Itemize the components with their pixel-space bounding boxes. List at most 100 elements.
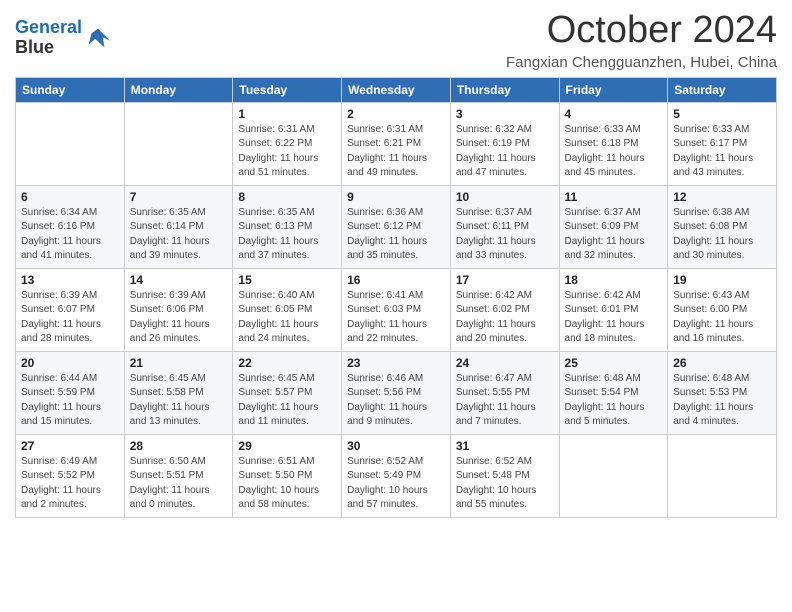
day-number: 19 bbox=[673, 273, 771, 287]
day-number: 18 bbox=[565, 273, 663, 287]
day-cell bbox=[16, 102, 125, 185]
day-number: 1 bbox=[238, 107, 336, 121]
day-cell: 1 Sunrise: 6:31 AM Sunset: 6:22 PM Daylig… bbox=[233, 102, 342, 185]
day-cell: 11Sunrise: 6:37 AM Sunset: 6:09 PM Dayli… bbox=[559, 185, 668, 268]
day-info: Sunrise: 6:34 AM Sunset: 6:16 PM Dayligh… bbox=[21, 206, 119, 264]
day-cell: 16 Sunrise: 6:41 AM Sunset: 6:03 PM Dayli… bbox=[342, 268, 451, 351]
day-number: 6 bbox=[21, 190, 119, 204]
day-info: Sunrise: 6:36 AM Sunset: 6:12 PM Dayligh… bbox=[347, 206, 445, 264]
day-cell: 31 Sunrise: 6:52 AM Sunset: 5:48 PM Dayli… bbox=[450, 434, 559, 517]
day-info: Sunrise: 6:52 AM Sunset: 5:49 PM Dayligh… bbox=[347, 455, 445, 513]
day-cell: 21Sunrise: 6:45 AM Sunset: 5:58 PM Dayli… bbox=[124, 351, 233, 434]
day-info: Sunrise: 6:40 AM Sunset: 6:05 PM Dayligh… bbox=[238, 289, 336, 347]
day-number: 30 bbox=[347, 439, 445, 453]
day-info: Sunrise: 6:31 AM Sunset: 6:21 PM Dayligh… bbox=[347, 123, 445, 181]
day-info: Sunrise: 6:42 AM Sunset: 6:02 PM Dayligh… bbox=[456, 289, 554, 347]
day-info: Sunrise: 6:49 AM Sunset: 5:52 PM Dayligh… bbox=[21, 455, 119, 513]
day-info: Sunrise: 6:48 AM Sunset: 5:54 PM Dayligh… bbox=[565, 372, 663, 430]
day-number: 24 bbox=[456, 356, 554, 370]
day-number: 3 bbox=[456, 107, 554, 121]
day-info: Sunrise: 6:45 AM Sunset: 5:58 PM Dayligh… bbox=[130, 372, 228, 430]
day-info: Sunrise: 6:38 AM Sunset: 6:08 PM Dayligh… bbox=[673, 206, 771, 264]
day-info: Sunrise: 6:32 AM Sunset: 6:19 PM Dayligh… bbox=[456, 123, 554, 181]
day-number: 16 bbox=[347, 273, 445, 287]
day-number: 29 bbox=[238, 439, 336, 453]
header-cell-friday: Friday bbox=[559, 77, 668, 102]
title-block: October 2024 Fangxian Chengguanzhen, Hub… bbox=[506, 10, 777, 71]
day-info: Sunrise: 6:51 AM Sunset: 5:50 PM Dayligh… bbox=[238, 455, 336, 513]
day-number: 8 bbox=[238, 190, 336, 204]
day-cell bbox=[668, 434, 777, 517]
day-cell: 6 Sunrise: 6:34 AM Sunset: 6:16 PM Daylig… bbox=[16, 185, 125, 268]
day-cell: 8Sunrise: 6:35 AM Sunset: 6:13 PM Daylig… bbox=[233, 185, 342, 268]
header-cell-monday: Monday bbox=[124, 77, 233, 102]
day-info: Sunrise: 6:42 AM Sunset: 6:01 PM Dayligh… bbox=[565, 289, 663, 347]
day-number: 2 bbox=[347, 107, 445, 121]
day-cell bbox=[124, 102, 233, 185]
header-cell-wednesday: Wednesday bbox=[342, 77, 451, 102]
day-cell: 9 Sunrise: 6:36 AM Sunset: 6:12 PM Daylig… bbox=[342, 185, 451, 268]
day-info: Sunrise: 6:41 AM Sunset: 6:03 PM Dayligh… bbox=[347, 289, 445, 347]
day-cell bbox=[559, 434, 668, 517]
week-row-3: 13 Sunrise: 6:39 AM Sunset: 6:07 PM Dayli… bbox=[16, 268, 777, 351]
day-info: Sunrise: 6:46 AM Sunset: 5:56 PM Dayligh… bbox=[347, 372, 445, 430]
day-number: 10 bbox=[456, 190, 554, 204]
header-cell-tuesday: Tuesday bbox=[233, 77, 342, 102]
header-cell-thursday: Thursday bbox=[450, 77, 559, 102]
day-number: 25 bbox=[565, 356, 663, 370]
day-number: 4 bbox=[565, 107, 663, 121]
logo-bird-icon bbox=[84, 24, 112, 52]
logo: GeneralBlue bbox=[15, 18, 112, 58]
day-number: 13 bbox=[21, 273, 119, 287]
week-row-4: 20 Sunrise: 6:44 AM Sunset: 5:59 PM Dayli… bbox=[16, 351, 777, 434]
day-cell: 18 Sunrise: 6:42 AM Sunset: 6:01 PM Dayli… bbox=[559, 268, 668, 351]
day-number: 20 bbox=[21, 356, 119, 370]
day-number: 9 bbox=[347, 190, 445, 204]
day-info: Sunrise: 6:52 AM Sunset: 5:48 PM Dayligh… bbox=[456, 455, 554, 513]
day-info: Sunrise: 6:44 AM Sunset: 5:59 PM Dayligh… bbox=[21, 372, 119, 430]
day-cell: 13 Sunrise: 6:39 AM Sunset: 6:07 PM Dayli… bbox=[16, 268, 125, 351]
day-cell: 15 Sunrise: 6:40 AM Sunset: 6:05 PM Dayli… bbox=[233, 268, 342, 351]
day-info: Sunrise: 6:45 AM Sunset: 5:57 PM Dayligh… bbox=[238, 372, 336, 430]
day-cell: 29 Sunrise: 6:51 AM Sunset: 5:50 PM Dayli… bbox=[233, 434, 342, 517]
day-number: 5 bbox=[673, 107, 771, 121]
day-number: 11 bbox=[565, 190, 663, 204]
day-number: 7 bbox=[130, 190, 228, 204]
day-number: 27 bbox=[21, 439, 119, 453]
location-title: Fangxian Chengguanzhen, Hubei, China bbox=[506, 54, 777, 71]
day-info: Sunrise: 6:50 AM Sunset: 5:51 PM Dayligh… bbox=[130, 455, 228, 513]
week-row-1: 1 Sunrise: 6:31 AM Sunset: 6:22 PM Daylig… bbox=[16, 102, 777, 185]
header-row: SundayMondayTuesdayWednesdayThursdayFrid… bbox=[16, 77, 777, 102]
day-cell: 14Sunrise: 6:39 AM Sunset: 6:06 PM Dayli… bbox=[124, 268, 233, 351]
calendar-body: 1 Sunrise: 6:31 AM Sunset: 6:22 PM Daylig… bbox=[16, 102, 777, 517]
day-info: Sunrise: 6:39 AM Sunset: 6:07 PM Dayligh… bbox=[21, 289, 119, 347]
day-number: 17 bbox=[456, 273, 554, 287]
day-info: Sunrise: 6:39 AM Sunset: 6:06 PM Dayligh… bbox=[130, 289, 228, 347]
day-number: 28 bbox=[130, 439, 228, 453]
day-cell: 5Sunrise: 6:33 AM Sunset: 6:17 PM Daylig… bbox=[668, 102, 777, 185]
day-info: Sunrise: 6:47 AM Sunset: 5:55 PM Dayligh… bbox=[456, 372, 554, 430]
day-info: Sunrise: 6:33 AM Sunset: 6:18 PM Dayligh… bbox=[565, 123, 663, 181]
day-info: Sunrise: 6:48 AM Sunset: 5:53 PM Dayligh… bbox=[673, 372, 771, 430]
day-number: 31 bbox=[456, 439, 554, 453]
day-cell: 17 Sunrise: 6:42 AM Sunset: 6:02 PM Dayli… bbox=[450, 268, 559, 351]
week-row-2: 6 Sunrise: 6:34 AM Sunset: 6:16 PM Daylig… bbox=[16, 185, 777, 268]
day-cell: 22 Sunrise: 6:45 AM Sunset: 5:57 PM Dayli… bbox=[233, 351, 342, 434]
day-number: 26 bbox=[673, 356, 771, 370]
day-cell: 23 Sunrise: 6:46 AM Sunset: 5:56 PM Dayli… bbox=[342, 351, 451, 434]
day-number: 12 bbox=[673, 190, 771, 204]
day-cell: 19Sunrise: 6:43 AM Sunset: 6:00 PM Dayli… bbox=[668, 268, 777, 351]
day-number: 22 bbox=[238, 356, 336, 370]
day-info: Sunrise: 6:31 AM Sunset: 6:22 PM Dayligh… bbox=[238, 123, 336, 181]
day-cell: 27 Sunrise: 6:49 AM Sunset: 5:52 PM Dayli… bbox=[16, 434, 125, 517]
day-cell: 20 Sunrise: 6:44 AM Sunset: 5:59 PM Dayli… bbox=[16, 351, 125, 434]
day-number: 15 bbox=[238, 273, 336, 287]
day-number: 23 bbox=[347, 356, 445, 370]
day-cell: 26 Sunrise: 6:48 AM Sunset: 5:53 PM Dayli… bbox=[668, 351, 777, 434]
day-cell: 30 Sunrise: 6:52 AM Sunset: 5:49 PM Dayli… bbox=[342, 434, 451, 517]
month-title: October 2024 bbox=[506, 10, 777, 52]
day-cell: 24 Sunrise: 6:47 AM Sunset: 5:55 PM Dayli… bbox=[450, 351, 559, 434]
day-cell: 7 Sunrise: 6:35 AM Sunset: 6:14 PM Daylig… bbox=[124, 185, 233, 268]
day-info: Sunrise: 6:37 AM Sunset: 6:11 PM Dayligh… bbox=[456, 206, 554, 264]
day-info: Sunrise: 6:35 AM Sunset: 6:14 PM Dayligh… bbox=[130, 206, 228, 264]
